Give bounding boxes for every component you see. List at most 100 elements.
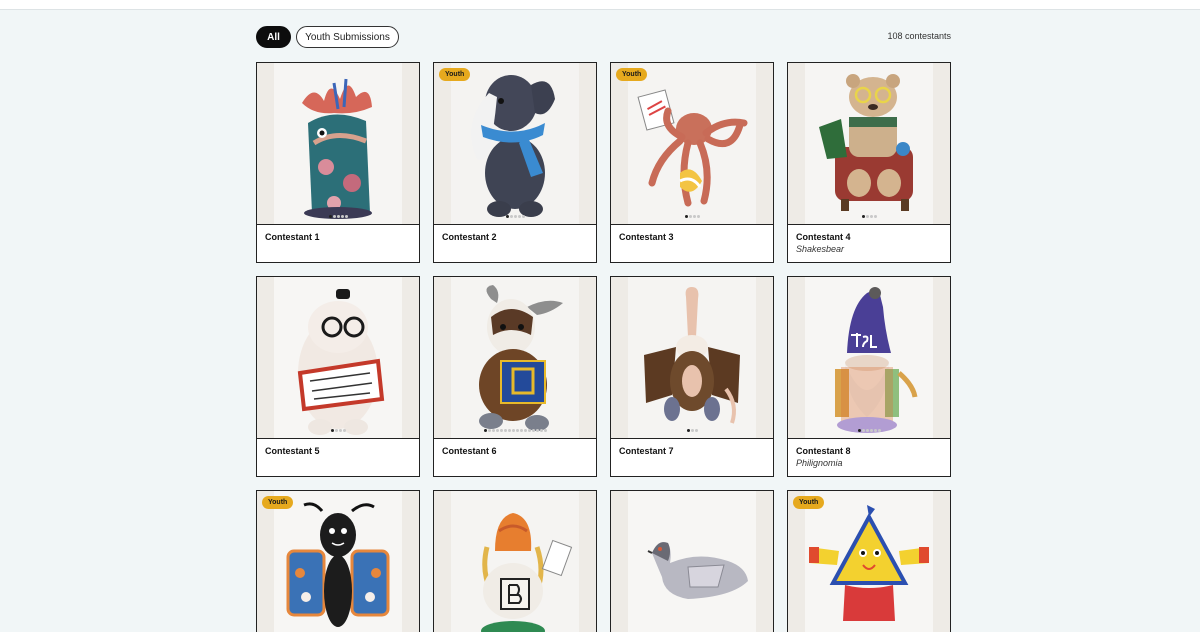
carousel-dot[interactable] [509,215,513,218]
filter-all-button[interactable]: All [256,26,291,48]
contestant-photo[interactable] [611,63,773,224]
carousel-dot[interactable] [688,215,692,218]
contestant-card-12[interactable]: Youth [787,490,951,632]
carousel-dot[interactable] [517,215,521,218]
carousel-dot[interactable] [521,215,525,218]
carousel-dot[interactable] [692,215,696,218]
card-caption: Contestant 7 [611,438,773,476]
contestant-photo[interactable] [788,277,950,438]
vulture-image [628,277,756,438]
carousel-dot[interactable] [332,215,336,218]
carousel-dot[interactable] [338,429,342,432]
contestant-card-6[interactable]: Contestant 6 [433,276,597,477]
contestant-photo[interactable] [257,491,419,632]
entry-title: Philignomia [796,458,843,468]
carousel-dot[interactable] [507,429,511,432]
carousel-dot[interactable] [342,429,346,432]
youth-badge: Youth [439,68,471,81]
carousel-dot[interactable] [690,429,694,432]
contestant-photo[interactable] [788,63,950,224]
carousel-dot[interactable] [483,429,487,432]
carousel-dot[interactable] [865,215,869,218]
carousel-dot[interactable] [527,429,531,432]
carousel-dots[interactable] [434,429,596,434]
carousel-dot[interactable] [336,215,340,218]
carousel-dots[interactable] [434,215,596,220]
pigeon-image [628,491,756,632]
carousel-dots[interactable] [611,429,773,434]
header-strip [0,0,1200,10]
contestant-photo[interactable] [257,63,419,224]
carousel-dot[interactable] [861,429,865,432]
carousel-dot[interactable] [531,429,535,432]
carousel-dot[interactable] [873,215,877,218]
contestant-card-11[interactable] [610,490,774,632]
filter-youth-button[interactable]: Youth Submissions [296,26,399,48]
carousel-dot[interactable] [334,429,338,432]
contestant-name: Contestant 8 [796,446,851,456]
carousel-dot[interactable] [694,429,698,432]
contestant-card-4[interactable]: Contestant 4 Shakesbear [787,62,951,263]
contestant-card-9[interactable]: Youth [256,490,420,632]
contestant-card-5[interactable]: Contestant 5 [256,276,420,477]
card-caption: Contestant 4 Shakesbear [788,224,950,262]
contestant-name: Contestant 6 [442,446,497,456]
carousel-dot[interactable] [491,429,495,432]
carousel-dot[interactable] [684,215,688,218]
carousel-dots[interactable] [257,215,419,220]
carousel-dot[interactable] [873,429,877,432]
yellow-triangle-image [805,491,933,632]
carousel-dot[interactable] [340,215,344,218]
carousel-dot[interactable] [865,429,869,432]
contestant-photo[interactable] [611,491,773,632]
contestant-card-7[interactable]: Contestant 7 [610,276,774,477]
contestant-card-3[interactable]: Youth Contestant 3 [610,62,774,263]
contestant-photo[interactable] [434,63,596,224]
carousel-dot[interactable] [857,429,861,432]
carousel-dot[interactable] [539,429,543,432]
carousel-dot[interactable] [505,215,509,218]
carousel-dot[interactable] [513,215,517,218]
carousel-dot[interactable] [535,429,539,432]
carousel-dot[interactable] [519,429,523,432]
contestant-name: Contestant 5 [265,446,320,456]
card-caption: Contestant 6 [434,438,596,476]
carousel-dot[interactable] [869,429,873,432]
carousel-dot[interactable] [515,429,519,432]
contestant-card-2[interactable]: Youth Contestant 2 [433,62,597,263]
carousel-dot[interactable] [503,429,507,432]
carousel-dot[interactable] [330,429,334,432]
bear-image [805,63,933,224]
carousel-dot[interactable] [861,215,865,218]
carousel-dot[interactable] [696,215,700,218]
carousel-dot[interactable] [877,429,881,432]
contestant-photo[interactable] [434,277,596,438]
contestant-photo[interactable] [434,491,596,632]
white-creature-image [274,277,402,438]
carousel-dot[interactable] [511,429,515,432]
carousel-dots[interactable] [788,429,950,434]
contestant-photo[interactable] [788,491,950,632]
card-caption: Contestant 5 [257,438,419,476]
carousel-dot[interactable] [495,429,499,432]
carousel-dot[interactable] [523,429,527,432]
carousel-dot[interactable] [328,215,332,218]
youth-badge: Youth [262,496,294,509]
contestant-photo[interactable] [611,277,773,438]
carousel-dot[interactable] [344,215,348,218]
carousel-dot[interactable] [686,429,690,432]
contestant-photo[interactable] [257,277,419,438]
carousel-dots[interactable] [788,215,950,220]
carousel-dots[interactable] [611,215,773,220]
carousel-dot[interactable] [487,429,491,432]
carousel-dot[interactable] [499,429,503,432]
contestant-name: Contestant 4 [796,232,851,242]
contestant-card-8[interactable]: Contestant 8 Philignomia [787,276,951,477]
card-caption: Contestant 2 [434,224,596,262]
carousel-dots[interactable] [257,429,419,434]
carousel-dot[interactable] [869,215,873,218]
butterfly-image [274,491,402,632]
carousel-dot[interactable] [543,429,547,432]
contestant-card-1[interactable]: Contestant 1 [256,62,420,263]
contestant-card-10[interactable] [433,490,597,632]
